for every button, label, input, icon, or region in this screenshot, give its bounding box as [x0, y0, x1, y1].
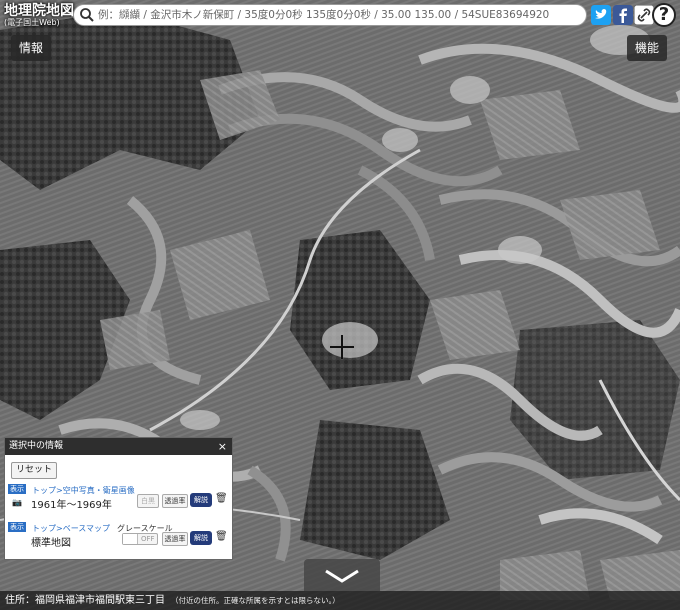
trash-icon[interactable]: 🗑 — [215, 493, 228, 504]
chevron-down-icon[interactable] — [304, 559, 380, 591]
opacity-button[interactable]: 透過率 — [162, 532, 188, 546]
facebook-icon[interactable] — [613, 5, 633, 25]
show-tag[interactable]: 表示 — [8, 522, 26, 532]
info-detail-button[interactable]: 解説 — [190, 493, 212, 507]
show-tag[interactable]: 表示 — [8, 484, 26, 494]
functions-button[interactable]: 機能 — [627, 35, 668, 61]
grayscale-toggle[interactable]: OFF — [122, 533, 158, 545]
layer-row-photo: 表示 トップ>空中写真・衛星画像 📷 1961年〜1969年 白黒 透過率 解説… — [7, 483, 229, 519]
layer-path[interactable]: トップ>ベースマップ — [32, 523, 110, 534]
reset-button[interactable]: リセット — [11, 462, 58, 479]
app-logo[interactable]: 地理院地図 (電子国土Web) — [4, 4, 74, 27]
panel-title: 選択中の情報 — [9, 441, 64, 451]
link-icon[interactable] — [634, 5, 654, 25]
address-bar: 住所：福岡県福津市福間駅東三丁目 （付近の住所。正確な所属を示すとは限らない。） — [0, 591, 680, 610]
layer-row-base: 表示 トップ>ベースマップ グレースケール 標準地図 OFF 透過率 解説 🗑 — [7, 521, 229, 557]
close-icon[interactable]: × — [218, 438, 227, 455]
trash-icon[interactable]: 🗑 — [215, 531, 228, 542]
help-icon[interactable]: ? — [652, 3, 676, 27]
twitter-icon[interactable] — [591, 5, 611, 25]
layer-name: 1961年〜1969年 — [31, 500, 112, 511]
search-box[interactable] — [73, 4, 587, 26]
opacity-button[interactable]: 透過率 — [162, 494, 188, 508]
grayscale-button[interactable]: 白黒 — [137, 494, 159, 508]
search-input[interactable] — [96, 6, 580, 24]
selected-info-panel: 選択中の情報 × リセット 表示 トップ>空中写真・衛星画像 📷 1961年〜1… — [4, 437, 233, 560]
info-detail-button[interactable]: 解説 — [190, 531, 212, 545]
layer-name: 標準地図 — [31, 538, 71, 549]
camera-icon: 📷 — [12, 498, 22, 507]
toggle-state: OFF — [141, 535, 155, 543]
address-label: 住所： — [5, 595, 35, 606]
layer-path[interactable]: トップ>空中写真・衛星画像 — [32, 485, 135, 496]
panel-header: 選択中の情報 × — [5, 438, 232, 455]
info-button[interactable]: 情報 — [11, 35, 52, 61]
address-note: （付近の住所。正確な所属を示すとは限らない。） — [171, 596, 340, 605]
app-title: 地理院地図 — [4, 3, 74, 19]
address-value: 福岡県福津市福間駅東三丁目 — [35, 595, 165, 606]
app-subtitle: (電子国土Web) — [4, 18, 60, 27]
search-icon[interactable] — [78, 6, 96, 24]
